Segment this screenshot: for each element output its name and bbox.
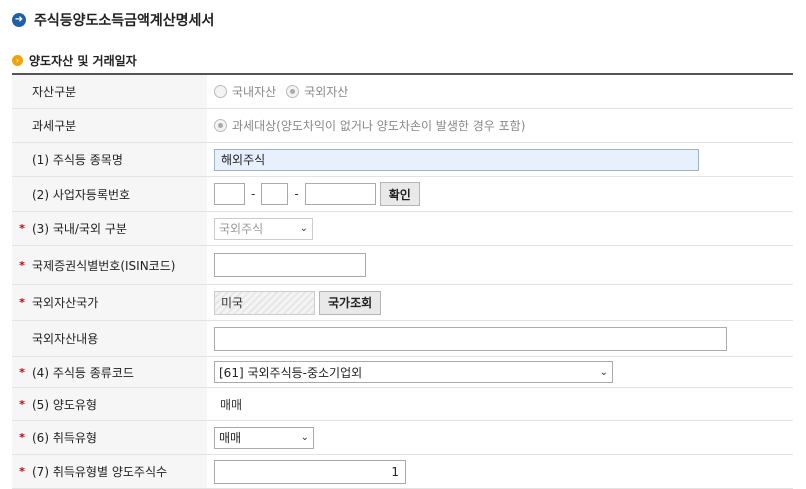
acquisition-type-select-value: 매매 [219, 431, 242, 445]
row-domestic-foreign: * (3) 국내/국외 구분 국외주식 ⌄ [12, 212, 793, 246]
country-input: 미국 [214, 290, 315, 315]
radio-domestic-asset[interactable] [214, 85, 227, 98]
stock-name-input[interactable]: 해외주식 [214, 148, 699, 171]
asset-type-label: 자산구분 [32, 85, 77, 99]
row-transfer-type: * (5) 양도유형 매매 [12, 388, 793, 421]
transfer-qty-input[interactable]: 1 [214, 459, 406, 484]
separator: - [294, 187, 299, 201]
page-title: 주식등양도소득금액계산명세서 [34, 13, 215, 29]
transfer-qty-label: (7) 취득유형별 양도주식수 [32, 465, 168, 479]
stock-type-code-label: (4) 주식등 종류코드 [32, 365, 134, 380]
row-transfer-qty: * (7) 취득유형별 양도주식수 1 [12, 455, 793, 489]
biz-reg-no-part3-input[interactable] [304, 183, 376, 205]
row-stock-name: (1) 주식등 종목명 해외주식 [12, 143, 793, 177]
isin-input[interactable] [214, 253, 366, 277]
chevron-down-icon: ⌄ [599, 366, 608, 378]
domestic-foreign-select[interactable]: 국외주식 ⌄ [214, 217, 313, 240]
radio-domestic-asset-label: 국내자산 [232, 85, 277, 99]
country-label: 국외자산국가 [32, 296, 99, 310]
confirm-button[interactable]: 확인 [379, 182, 420, 206]
required-mark: * [19, 397, 25, 411]
separator: - [251, 187, 256, 201]
row-tax-type: 과세구분 과세대상(양도차익이 없거나 양도차손이 발생한 경우 포함) [12, 109, 793, 143]
form-table: 자산구분 국내자산 국외자산 과세구분 과세대상(양도차익이 없거나 양도차손이… [12, 73, 793, 489]
acquisition-type-select[interactable]: 매매 ⌄ [214, 426, 314, 449]
required-mark: * [19, 365, 25, 379]
stock-name-label: (1) 주식등 종목명 [32, 153, 123, 167]
domestic-foreign-select-value: 국외주식 [219, 222, 264, 236]
section-header: › 양도자산 및 거래일자 [12, 52, 137, 69]
biz-reg-no-part2-input[interactable] [261, 183, 289, 205]
required-mark: * [19, 465, 25, 478]
row-stock-type-code: * (4) 주식등 종류코드 [61] 국외주식등-중소기업외 ⌄ [12, 357, 793, 388]
section-title: 양도자산 및 거래일자 [29, 54, 137, 68]
biz-reg-no-part1-input[interactable] [214, 183, 245, 205]
foreign-asset-desc-input[interactable] [214, 326, 727, 351]
row-foreign-asset-desc: 국외자산내용 [12, 321, 793, 357]
tax-type-label: 과세구분 [32, 119, 77, 133]
chevron-down-icon: ⌄ [299, 223, 308, 234]
chevron-right-circle-icon: › [12, 55, 23, 66]
row-acquisition-type: * (6) 취득유형 매매 ⌄ [12, 421, 793, 455]
radio-foreign-asset-label: 국외자산 [304, 85, 349, 99]
acquisition-type-label: (6) 취득유형 [32, 431, 97, 445]
transfer-type-label: (5) 양도유형 [32, 397, 97, 412]
radio-foreign-asset[interactable] [286, 85, 300, 98]
page-header: ➜ 주식등양도소득금액계산명세서 [12, 10, 214, 30]
required-mark: * [19, 431, 25, 444]
row-asset-type: 자산구분 국내자산 국외자산 [12, 75, 793, 109]
isin-label: 국제증권식별번호(ISIN코드) [32, 258, 176, 273]
arrow-right-circle-icon: ➜ [12, 13, 26, 27]
required-mark: * [19, 258, 25, 272]
chevron-down-icon: ⌄ [300, 432, 309, 443]
stock-type-code-select[interactable]: [61] 국외주식등-중소기업외 ⌄ [214, 361, 613, 383]
row-isin: * 국제증권식별번호(ISIN코드) [12, 246, 793, 285]
domestic-foreign-label: (3) 국내/국외 구분 [32, 222, 127, 236]
biz-reg-no-label: (2) 사업자등록번호 [32, 187, 131, 202]
row-biz-reg-no: (2) 사업자등록번호 - - 확인 [12, 177, 793, 212]
radio-taxable[interactable] [214, 119, 227, 132]
foreign-asset-desc-label: 국외자산내용 [32, 332, 99, 346]
row-country: * 국외자산국가 미국 국가조회 [12, 285, 793, 321]
radio-taxable-label: 과세대상(양도차익이 없거나 양도차손이 발생한 경우 포함) [232, 119, 526, 133]
country-lookup-button[interactable]: 국가조회 [319, 290, 382, 315]
required-mark: * [19, 296, 25, 309]
stock-type-code-select-value: [61] 국외주식등-중소기업외 [219, 365, 363, 380]
required-mark: * [19, 222, 25, 235]
transfer-type-value: 매매 [220, 397, 243, 412]
